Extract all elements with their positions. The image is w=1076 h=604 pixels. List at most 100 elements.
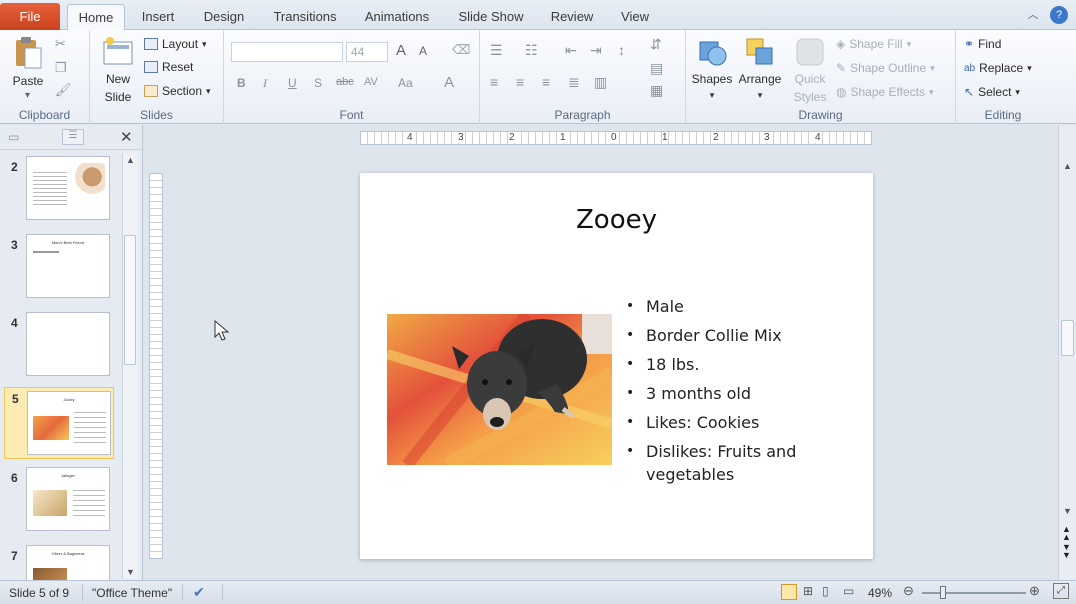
text-direction-icon[interactable]: ⇵ xyxy=(650,36,662,53)
tab-view[interactable]: View xyxy=(612,4,658,30)
tab-design[interactable]: Design xyxy=(196,4,252,30)
slide-show-icon[interactable]: ▭ xyxy=(843,584,854,598)
replace-button[interactable]: ab Replace ▾ xyxy=(964,61,1032,75)
cut-icon[interactable]: ✂ xyxy=(55,36,66,52)
horizontal-ruler: 4 3 2 1 0 1 2 3 4 xyxy=(360,131,872,145)
slides-tab-icon[interactable]: ▭ xyxy=(8,130,19,144)
theme-name: "Office Theme" xyxy=(92,586,173,600)
underline-button[interactable]: U xyxy=(288,76,297,90)
quick-styles-button[interactable]: Quick Styles xyxy=(788,36,832,104)
ribbon-tabbar: File Home Insert Design Transitions Anim… xyxy=(0,0,1076,30)
minimize-ribbon-icon[interactable]: ︿ xyxy=(1024,6,1042,24)
decrease-indent-icon[interactable]: ⇤ xyxy=(565,42,577,59)
font-color-button[interactable]: A xyxy=(444,74,454,91)
slide-editing-area: 4 3 2 1 0 1 2 3 4 Zooey • Male • Border … xyxy=(144,125,1058,580)
spell-check-icon[interactable]: ✔ xyxy=(193,584,205,601)
tab-insert[interactable]: Insert xyxy=(132,4,184,30)
slide-bullet-list[interactable]: Male Border Collie Mix 18 lbs. 3 months … xyxy=(626,295,866,492)
fit-slide-icon[interactable]: ⤢ xyxy=(1053,583,1069,599)
previous-slide-icon[interactable]: ▲ ▲ xyxy=(1062,525,1071,542)
change-case-button[interactable]: Aa xyxy=(398,76,413,90)
strikethrough-button[interactable]: abc xyxy=(336,76,354,88)
shape-fill-button[interactable]: ◈ Shape Fill ▾ xyxy=(836,37,911,51)
close-pane-icon[interactable]: ✕ xyxy=(120,128,133,146)
zoom-slider-thumb[interactable] xyxy=(940,586,946,599)
zoom-in-icon[interactable]: ⊕ xyxy=(1029,583,1040,599)
normal-view-icon[interactable] xyxy=(781,584,797,600)
new-slide-button[interactable]: New Slide xyxy=(98,36,138,104)
align-center-icon[interactable]: ≡ xyxy=(516,74,524,90)
scroll-up-icon[interactable]: ▲ xyxy=(126,155,135,165)
grow-font-button[interactable]: A xyxy=(396,42,406,59)
thumbnail-text-lines xyxy=(73,486,105,520)
line-spacing-icon[interactable]: ↕ xyxy=(618,42,625,58)
scroll-down-icon[interactable]: ▼ xyxy=(1063,506,1072,516)
layout-button[interactable]: Layout ▾ xyxy=(144,37,207,51)
pencil-icon: ✎ xyxy=(836,61,847,75)
current-slide[interactable]: Zooey • Male • Border Collie Mix • 18 lb… xyxy=(360,173,873,559)
font-group-label: Font xyxy=(339,108,364,122)
find-button[interactable]: ⚭ Find xyxy=(964,37,1001,51)
zoom-level[interactable]: 49% xyxy=(868,586,892,600)
tab-transitions[interactable]: Transitions xyxy=(264,4,346,30)
zoom-out-icon[interactable]: ⊖ xyxy=(903,583,914,599)
paste-dropdown-icon[interactable]: ▾ xyxy=(25,90,30,101)
shape-effects-button[interactable]: ◍ Shape Effects ▾ xyxy=(836,85,934,99)
bold-button[interactable]: B xyxy=(237,76,246,90)
shapes-button[interactable]: Shapes ▾ xyxy=(690,36,734,101)
dog-photo[interactable] xyxy=(387,314,612,465)
slide-thumbnail-4[interactable]: 4 xyxy=(0,312,118,382)
scroll-down-icon[interactable]: ▼ xyxy=(126,567,135,577)
smartart-icon[interactable]: ▦ xyxy=(650,82,663,99)
tab-home[interactable]: Home xyxy=(67,4,125,30)
slide-thumbnail-5[interactable]: 5 Zooey xyxy=(4,387,114,459)
slide-thumbnail-2[interactable]: 2 xyxy=(0,156,118,226)
arrange-button[interactable]: Arrange ▾ xyxy=(736,36,784,101)
tab-slide-show[interactable]: Slide Show xyxy=(450,4,532,30)
bullet-item: Border Collie Mix xyxy=(626,324,866,347)
thumbnail-text-lines xyxy=(33,169,67,207)
scroll-up-icon[interactable]: ▲ xyxy=(1063,161,1072,171)
tab-animations[interactable]: Animations xyxy=(356,4,438,30)
bullets-icon[interactable]: ☰ xyxy=(490,42,503,59)
align-text-icon[interactable]: ▤ xyxy=(650,60,663,77)
vertical-scrollbar[interactable]: ▲ ▼ ▲ ▲ ▼ ▼ xyxy=(1058,125,1076,580)
numbering-icon[interactable]: ☷ xyxy=(525,42,538,59)
scrollbar-thumb[interactable] xyxy=(1061,320,1074,356)
italic-button[interactable]: I xyxy=(263,76,267,91)
tab-review[interactable]: Review xyxy=(544,4,600,30)
slide-thumbnail-6[interactable]: 6 Jalinger xyxy=(0,467,118,537)
scrollbar-thumb[interactable] xyxy=(124,235,136,365)
tab-file[interactable]: File xyxy=(0,3,60,30)
outline-tab-icon[interactable]: ☰ xyxy=(62,129,84,145)
slides-pane-scrollbar[interactable]: ▲ ▼ xyxy=(122,153,138,579)
shape-outline-button[interactable]: ✎ Shape Outline ▾ xyxy=(836,61,935,75)
slide-sorter-icon[interactable]: ⊞ xyxy=(803,584,813,598)
next-slide-icon[interactable]: ▼ ▼ xyxy=(1062,543,1071,560)
paste-button[interactable]: Paste xyxy=(10,36,46,88)
format-painter-icon[interactable]: 🖌 xyxy=(55,82,72,98)
clear-formatting-icon[interactable]: ⌫ xyxy=(452,42,470,58)
increase-indent-icon[interactable]: ⇥ xyxy=(590,42,602,59)
align-right-icon[interactable]: ≡ xyxy=(542,74,550,90)
font-name-select[interactable] xyxy=(231,42,343,62)
justify-icon[interactable]: ≣ xyxy=(568,74,580,91)
editing-group-label: Editing xyxy=(984,108,1022,122)
columns-icon[interactable]: ▥ xyxy=(594,74,607,91)
slide-thumbnail-3[interactable]: 3 Man's Best Friend xyxy=(0,234,118,304)
section-button[interactable]: Section ▾ xyxy=(144,84,211,98)
shrink-font-button[interactable]: A xyxy=(419,44,427,58)
shadow-button[interactable]: S xyxy=(314,76,322,90)
slide-thumbnail-7[interactable]: 7 Oliver & Bagheera xyxy=(0,545,118,580)
slide-title[interactable]: Zooey xyxy=(360,205,873,235)
character-spacing-button[interactable]: AV xyxy=(364,76,378,88)
copy-icon[interactable]: ❐ xyxy=(55,60,67,76)
align-left-icon[interactable]: ≡ xyxy=(490,74,498,90)
zoom-slider[interactable] xyxy=(922,586,1026,599)
font-size-select[interactable]: 44 xyxy=(346,42,388,62)
help-icon[interactable]: ? xyxy=(1050,6,1068,24)
bullet-item: Likes: Cookies xyxy=(626,411,866,434)
reset-button[interactable]: Reset xyxy=(144,60,193,74)
reading-view-icon[interactable]: ▯ xyxy=(822,584,829,598)
select-button[interactable]: ↖ Select ▾ xyxy=(964,85,1020,99)
